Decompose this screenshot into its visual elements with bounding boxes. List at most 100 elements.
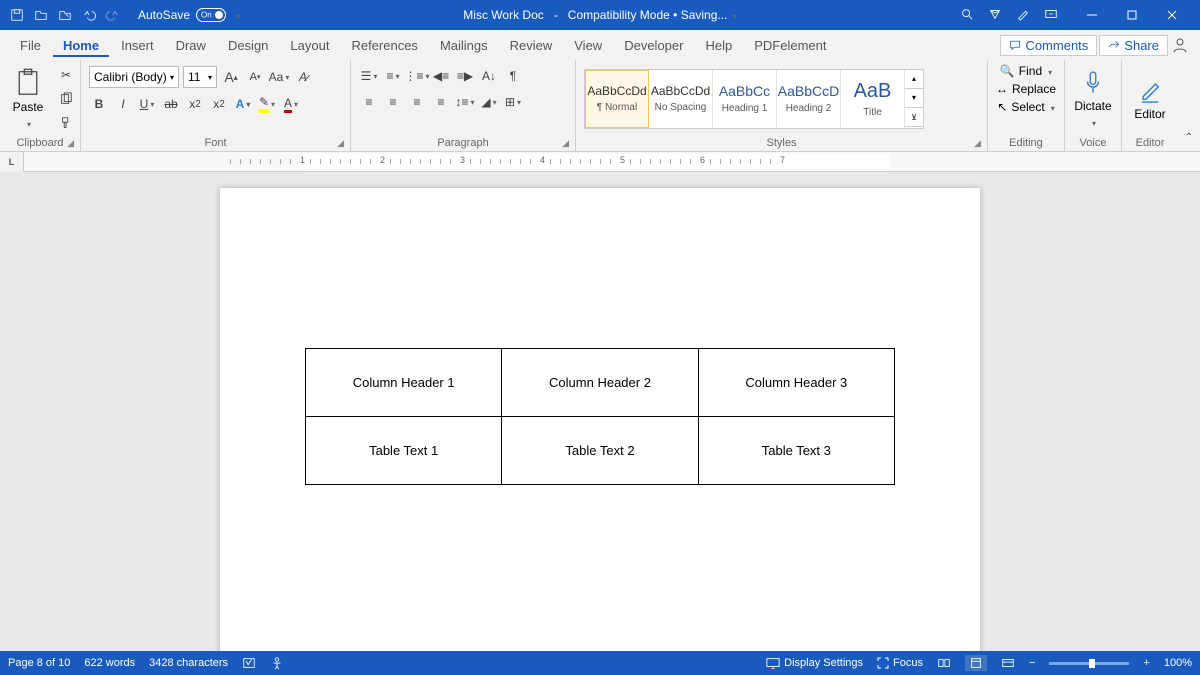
tab-view[interactable]: View: [564, 34, 612, 57]
paragraph-launcher-icon[interactable]: ◢: [562, 138, 569, 149]
table-cell[interactable]: Table Text 3: [698, 417, 894, 485]
document-table[interactable]: Column Header 1 Column Header 2 Column H…: [305, 348, 895, 485]
line-spacing-icon[interactable]: ↕≡: [455, 92, 475, 112]
copy-icon[interactable]: [56, 89, 76, 109]
justify-icon[interactable]: ≡: [431, 92, 451, 112]
cut-icon[interactable]: ✂: [56, 65, 76, 85]
zoom-out-icon[interactable]: −: [1029, 657, 1035, 669]
style-normal[interactable]: AaBbCcDd¶ Normal: [585, 70, 649, 128]
comments-button[interactable]: Comments: [1000, 35, 1097, 56]
italic-icon[interactable]: I: [113, 94, 133, 114]
diamond-icon[interactable]: [988, 7, 1002, 24]
table-cell[interactable]: Table Text 1: [306, 417, 502, 485]
status-chars[interactable]: 3428 characters: [149, 657, 228, 669]
table-cell[interactable]: Column Header 1: [306, 349, 502, 417]
paste-dropdown-icon[interactable]: [25, 116, 31, 130]
tab-review[interactable]: Review: [500, 34, 563, 57]
status-words[interactable]: 622 words: [84, 657, 135, 669]
tab-layout[interactable]: Layout: [280, 34, 339, 57]
subscript-icon[interactable]: x2: [185, 94, 205, 114]
change-case-icon[interactable]: Aa: [269, 67, 289, 87]
sort-icon[interactable]: A↓: [479, 66, 499, 86]
editor-button[interactable]: Editor: [1126, 77, 1174, 121]
gallery-up-icon[interactable]: ▴: [905, 70, 923, 89]
decrease-indent-icon[interactable]: ◀≡: [431, 66, 451, 86]
qat-redo-icon[interactable]: [104, 6, 122, 24]
numbering-icon[interactable]: ≡: [383, 66, 403, 86]
zoom-level[interactable]: 100%: [1164, 657, 1192, 669]
superscript-icon[interactable]: x2: [209, 94, 229, 114]
status-accessibility-icon[interactable]: [270, 656, 284, 670]
display-settings-button[interactable]: Display Settings: [766, 657, 863, 669]
underline-icon[interactable]: U: [137, 94, 157, 114]
tab-pdfelement[interactable]: PDFelement: [744, 34, 836, 57]
text-effects-icon[interactable]: A: [233, 94, 253, 114]
align-center-icon[interactable]: ≡: [383, 92, 403, 112]
zoom-in-icon[interactable]: +: [1143, 657, 1149, 669]
gallery-more-icon[interactable]: ⊻: [905, 108, 923, 127]
autosave-switch[interactable]: On: [196, 8, 226, 22]
font-launcher-icon[interactable]: ◢: [337, 138, 344, 149]
tab-insert[interactable]: Insert: [111, 34, 164, 57]
paste-button[interactable]: Paste: [4, 68, 52, 130]
title-dropdown-icon[interactable]: [731, 8, 737, 22]
bullets-icon[interactable]: ☰: [359, 66, 379, 86]
tab-mailings[interactable]: Mailings: [430, 34, 498, 57]
strike-icon[interactable]: ab: [161, 94, 181, 114]
account-icon[interactable]: [1170, 35, 1190, 55]
replace-button[interactable]: ↔Replace: [992, 80, 1060, 98]
font-name-input[interactable]: Calibri (Body)▾: [89, 66, 179, 88]
tab-help[interactable]: Help: [695, 34, 742, 57]
zoom-slider[interactable]: [1049, 662, 1129, 665]
show-marks-icon[interactable]: ¶: [503, 66, 523, 86]
table-cell[interactable]: Table Text 2: [502, 417, 698, 485]
minimize-icon[interactable]: [1072, 0, 1112, 30]
gallery-down-icon[interactable]: ▾: [905, 89, 923, 108]
share-button[interactable]: Share: [1099, 35, 1168, 56]
view-print-icon[interactable]: [965, 655, 987, 671]
search-icon[interactable]: [960, 7, 974, 24]
autosave-toggle[interactable]: AutoSave On: [138, 8, 226, 22]
bold-icon[interactable]: B: [89, 94, 109, 114]
clipboard-launcher-icon[interactable]: ◢: [67, 138, 74, 149]
style-nospacing[interactable]: AaBbCcDdNo Spacing: [649, 70, 713, 128]
dictate-button[interactable]: Dictate: [1069, 69, 1117, 129]
find-button[interactable]: 🔍Find: [996, 62, 1056, 80]
table-cell[interactable]: Column Header 3: [698, 349, 894, 417]
tab-developer[interactable]: Developer: [614, 34, 693, 57]
table-cell[interactable]: Column Header 2: [502, 349, 698, 417]
view-web-icon[interactable]: [1001, 657, 1015, 669]
tab-references[interactable]: References: [341, 34, 427, 57]
view-read-icon[interactable]: [937, 657, 951, 669]
table-row[interactable]: Column Header 1 Column Header 2 Column H…: [306, 349, 895, 417]
shading-icon[interactable]: ◢: [479, 92, 499, 112]
align-right-icon[interactable]: ≡: [407, 92, 427, 112]
tab-design[interactable]: Design: [218, 34, 278, 57]
collapse-ribbon-icon[interactable]: ⌃: [1179, 127, 1199, 147]
tab-draw[interactable]: Draw: [166, 34, 216, 57]
focus-button[interactable]: Focus: [877, 657, 923, 669]
borders-icon[interactable]: ⊞: [503, 92, 523, 112]
page[interactable]: Column Header 1 Column Header 2 Column H…: [220, 188, 980, 651]
font-size-input[interactable]: 11▾: [183, 66, 217, 88]
ruler-corner-icon[interactable]: L: [0, 152, 24, 172]
status-spell-icon[interactable]: [242, 656, 256, 670]
multilevel-icon[interactable]: ⋮≡: [407, 66, 427, 86]
maximize-icon[interactable]: [1112, 0, 1152, 30]
style-heading2[interactable]: AaBbCcDHeading 2: [777, 70, 841, 128]
style-title[interactable]: AaBTitle: [841, 70, 905, 128]
styles-gallery[interactable]: AaBbCcDd¶ Normal AaBbCcDdNo Spacing AaBb…: [584, 69, 924, 129]
qat-save-icon[interactable]: [8, 6, 26, 24]
qat-open-icon[interactable]: [32, 6, 50, 24]
font-color-icon[interactable]: A: [281, 94, 301, 114]
shrink-font-icon[interactable]: A▾: [245, 67, 265, 87]
document-canvas[interactable]: Column Header 1 Column Header 2 Column H…: [0, 172, 1200, 651]
table-row[interactable]: Table Text 1 Table Text 2 Table Text 3: [306, 417, 895, 485]
select-button[interactable]: ↖Select: [993, 98, 1058, 116]
pen-icon[interactable]: [1016, 7, 1030, 24]
increase-indent-icon[interactable]: ≡▶: [455, 66, 475, 86]
qat-export-icon[interactable]: [56, 6, 74, 24]
qat-undo-icon[interactable]: [80, 6, 98, 24]
horizontal-ruler[interactable]: 1234567: [24, 152, 1200, 171]
close-icon[interactable]: [1152, 0, 1192, 30]
